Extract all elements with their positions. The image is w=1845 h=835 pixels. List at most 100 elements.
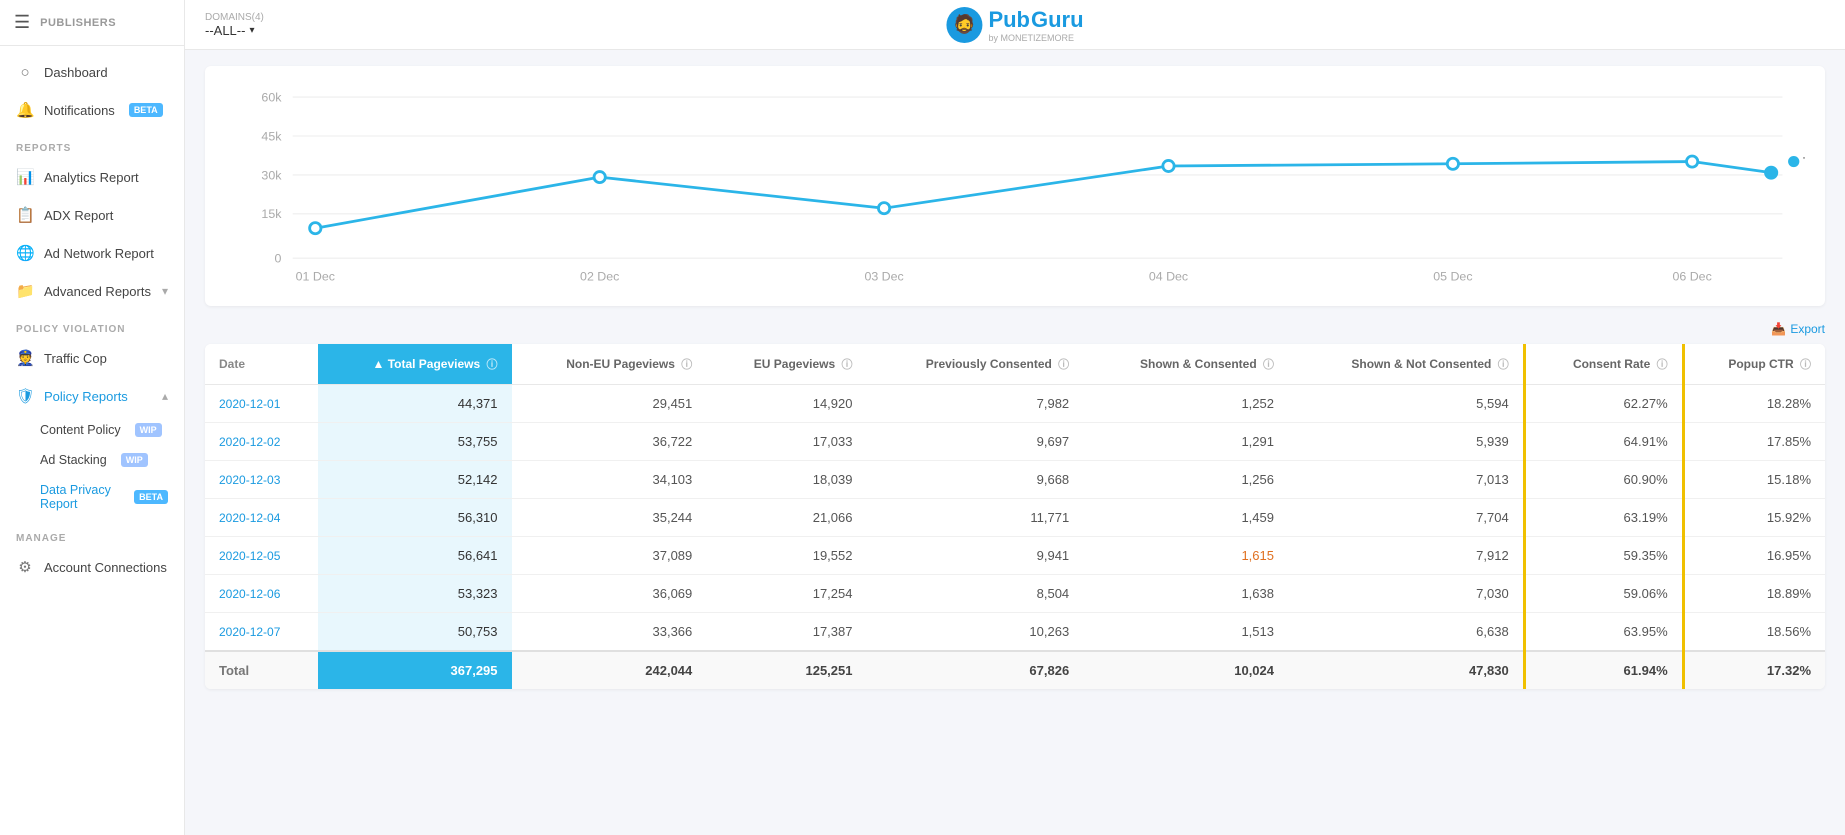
footer-popup-ctr: 17.32% bbox=[1683, 651, 1825, 689]
sidebar-label-trafficcop: Traffic Cop bbox=[44, 351, 107, 366]
cell-non-eu: 36,722 bbox=[512, 423, 707, 461]
sidebar-label-ad-stacking: Ad Stacking bbox=[40, 453, 107, 467]
cell-consent-rate: 59.35% bbox=[1524, 537, 1683, 575]
data-privacy-badge: BETA bbox=[134, 490, 168, 504]
sidebar-label-policy-reports: Policy Reports bbox=[44, 389, 128, 404]
policy-chevron-icon: ▴ bbox=[162, 389, 168, 403]
cell-date: 2020-12-04 bbox=[205, 499, 318, 537]
policy-reports-submenu: Content Policy WIP Ad Stacking WIP Data … bbox=[0, 415, 184, 519]
analytics-icon: 📊 bbox=[16, 168, 34, 186]
sidebar-item-data-privacy[interactable]: Data Privacy Report BETA bbox=[32, 475, 184, 519]
popup-info-icon: ⓘ bbox=[1800, 359, 1811, 371]
table: Date ▲ Total Pageviews ⓘ Non-EU Pageview… bbox=[205, 344, 1825, 689]
advanced-chevron-icon: ▾ bbox=[162, 284, 168, 298]
export-button[interactable]: 📥 Export bbox=[1771, 322, 1825, 336]
cell-non-eu: 37,089 bbox=[512, 537, 707, 575]
domains-value: --ALL-- ▾ bbox=[205, 23, 264, 38]
sidebar-item-policy-reports[interactable]: 🛡 Policy Reports ▴ bbox=[0, 377, 184, 415]
sidebar-item-notifications[interactable]: 🔔 Notifications BETA bbox=[0, 91, 184, 129]
cell-eu: 17,387 bbox=[706, 613, 866, 652]
sidebar-item-dashboard[interactable]: ○ Dashboard bbox=[0, 54, 184, 91]
svg-text:0: 0 bbox=[275, 252, 282, 266]
adnetwork-icon: 🌐 bbox=[16, 244, 34, 262]
cell-total: 53,755 bbox=[318, 423, 512, 461]
svg-text:01 Dec: 01 Dec bbox=[296, 270, 335, 284]
consent-info-icon: ⓘ bbox=[1657, 359, 1668, 371]
cell-shown-consented: 1,291 bbox=[1083, 423, 1288, 461]
sidebar-item-advanced[interactable]: 📁 Advanced Reports ▾ bbox=[0, 272, 184, 310]
notifications-icon: 🔔 bbox=[16, 101, 34, 119]
hamburger-icon[interactable]: ☰ bbox=[14, 12, 30, 33]
cell-shown-not: 7,013 bbox=[1288, 461, 1524, 499]
col-shown-consented: Shown & Consented ⓘ bbox=[1083, 344, 1288, 385]
export-icon: 📥 bbox=[1771, 322, 1786, 336]
sidebar-label-notifications: Notifications bbox=[44, 103, 115, 118]
cell-shown-consented: 1,638 bbox=[1083, 575, 1288, 613]
total-info-icon: ⓘ bbox=[487, 359, 498, 371]
cell-consent-rate: 59.06% bbox=[1524, 575, 1683, 613]
cell-total: 50,753 bbox=[318, 613, 512, 652]
reports-section-label: REPORTS bbox=[0, 129, 184, 158]
sidebar-item-ad-stacking[interactable]: Ad Stacking WIP bbox=[32, 445, 184, 475]
table-row: 2020-12-06 53,323 36,069 17,254 8,504 1,… bbox=[205, 575, 1825, 613]
cell-consent-rate: 63.95% bbox=[1524, 613, 1683, 652]
cell-popup-ctr: 17.85% bbox=[1683, 423, 1825, 461]
table-header-row: Date ▲ Total Pageviews ⓘ Non-EU Pageview… bbox=[205, 344, 1825, 385]
cell-non-eu: 29,451 bbox=[512, 385, 707, 423]
cell-consent-rate: 62.27% bbox=[1524, 385, 1683, 423]
non-eu-info-icon: ⓘ bbox=[681, 359, 692, 371]
domains-selector[interactable]: DOMAINS(4) --ALL-- ▾ bbox=[205, 12, 264, 38]
cell-total: 52,142 bbox=[318, 461, 512, 499]
cell-prev-consented: 10,263 bbox=[866, 613, 1083, 652]
cell-popup-ctr: 18.28% bbox=[1683, 385, 1825, 423]
table-footer: Total 367,295 242,044 125,251 67,826 10,… bbox=[205, 651, 1825, 689]
svg-text:03 Dec: 03 Dec bbox=[864, 270, 903, 284]
cell-popup-ctr: 16.95% bbox=[1683, 537, 1825, 575]
cell-eu: 17,254 bbox=[706, 575, 866, 613]
topbar: DOMAINS(4) --ALL-- ▾ 🧔 PubGuru by MONETI… bbox=[185, 0, 1845, 50]
sidebar-item-content-policy[interactable]: Content Policy WIP bbox=[32, 415, 184, 445]
sidebar-label-adx: ADX Report bbox=[44, 208, 113, 223]
cell-consent-rate: 60.90% bbox=[1524, 461, 1683, 499]
footer-non-eu: 242,044 bbox=[512, 651, 707, 689]
cell-date: 2020-12-05 bbox=[205, 537, 318, 575]
col-shown-not-consented: Shown & Not Consented ⓘ bbox=[1288, 344, 1524, 385]
prev-info-icon: ⓘ bbox=[1058, 359, 1069, 371]
logo-text-block: PubGuru by MONETIZEMORE bbox=[988, 7, 1083, 43]
cell-prev-consented: 8,504 bbox=[866, 575, 1083, 613]
cell-eu: 17,033 bbox=[706, 423, 866, 461]
cell-eu: 19,552 bbox=[706, 537, 866, 575]
shown-consented-info-icon: ⓘ bbox=[1263, 359, 1274, 371]
cell-shown-not: 7,704 bbox=[1288, 499, 1524, 537]
cell-total: 56,641 bbox=[318, 537, 512, 575]
col-non-eu: Non-EU Pageviews ⓘ bbox=[512, 344, 707, 385]
table-row: 2020-12-02 53,755 36,722 17,033 9,697 1,… bbox=[205, 423, 1825, 461]
cell-date: 2020-12-03 bbox=[205, 461, 318, 499]
col-total-pageviews[interactable]: ▲ Total Pageviews ⓘ bbox=[318, 344, 512, 385]
cell-prev-consented: 7,982 bbox=[866, 385, 1083, 423]
cell-non-eu: 34,103 bbox=[512, 461, 707, 499]
col-popup-ctr: Popup CTR ⓘ bbox=[1683, 344, 1825, 385]
sidebar-item-account[interactable]: ⚙ Account Connections bbox=[0, 548, 184, 586]
logo-sub: by MONETIZEMORE bbox=[988, 33, 1083, 43]
cell-eu: 21,066 bbox=[706, 499, 866, 537]
sidebar-item-adx[interactable]: 📋 ADX Report bbox=[0, 196, 184, 234]
domains-chevron-icon: ▾ bbox=[249, 25, 254, 36]
content-area: 60k 45k 30k 15k 0 01 Dec 02 Dec 03 Dec 0… bbox=[185, 50, 1845, 835]
table-row: 2020-12-03 52,142 34,103 18,039 9,668 1,… bbox=[205, 461, 1825, 499]
footer-total: 367,295 bbox=[318, 651, 512, 689]
cell-popup-ctr: 18.89% bbox=[1683, 575, 1825, 613]
col-eu: EU Pageviews ⓘ bbox=[706, 344, 866, 385]
cell-prev-consented: 9,668 bbox=[866, 461, 1083, 499]
cell-total: 53,323 bbox=[318, 575, 512, 613]
col-consent-rate: Consent Rate ⓘ bbox=[1524, 344, 1683, 385]
sidebar-item-analytics[interactable]: 📊 Analytics Report bbox=[0, 158, 184, 196]
sidebar-item-adnetwork[interactable]: 🌐 Ad Network Report bbox=[0, 234, 184, 272]
logo-guru: Guru bbox=[1031, 7, 1084, 33]
notifications-badge: BETA bbox=[129, 103, 163, 117]
svg-text:60k: 60k bbox=[261, 91, 282, 105]
svg-text:04 Dec: 04 Dec bbox=[1149, 270, 1188, 284]
sidebar-label-data-privacy: Data Privacy Report bbox=[40, 483, 120, 511]
sidebar-item-trafficcop[interactable]: 👮 Traffic Cop bbox=[0, 339, 184, 377]
svg-text:15k: 15k bbox=[261, 207, 282, 221]
